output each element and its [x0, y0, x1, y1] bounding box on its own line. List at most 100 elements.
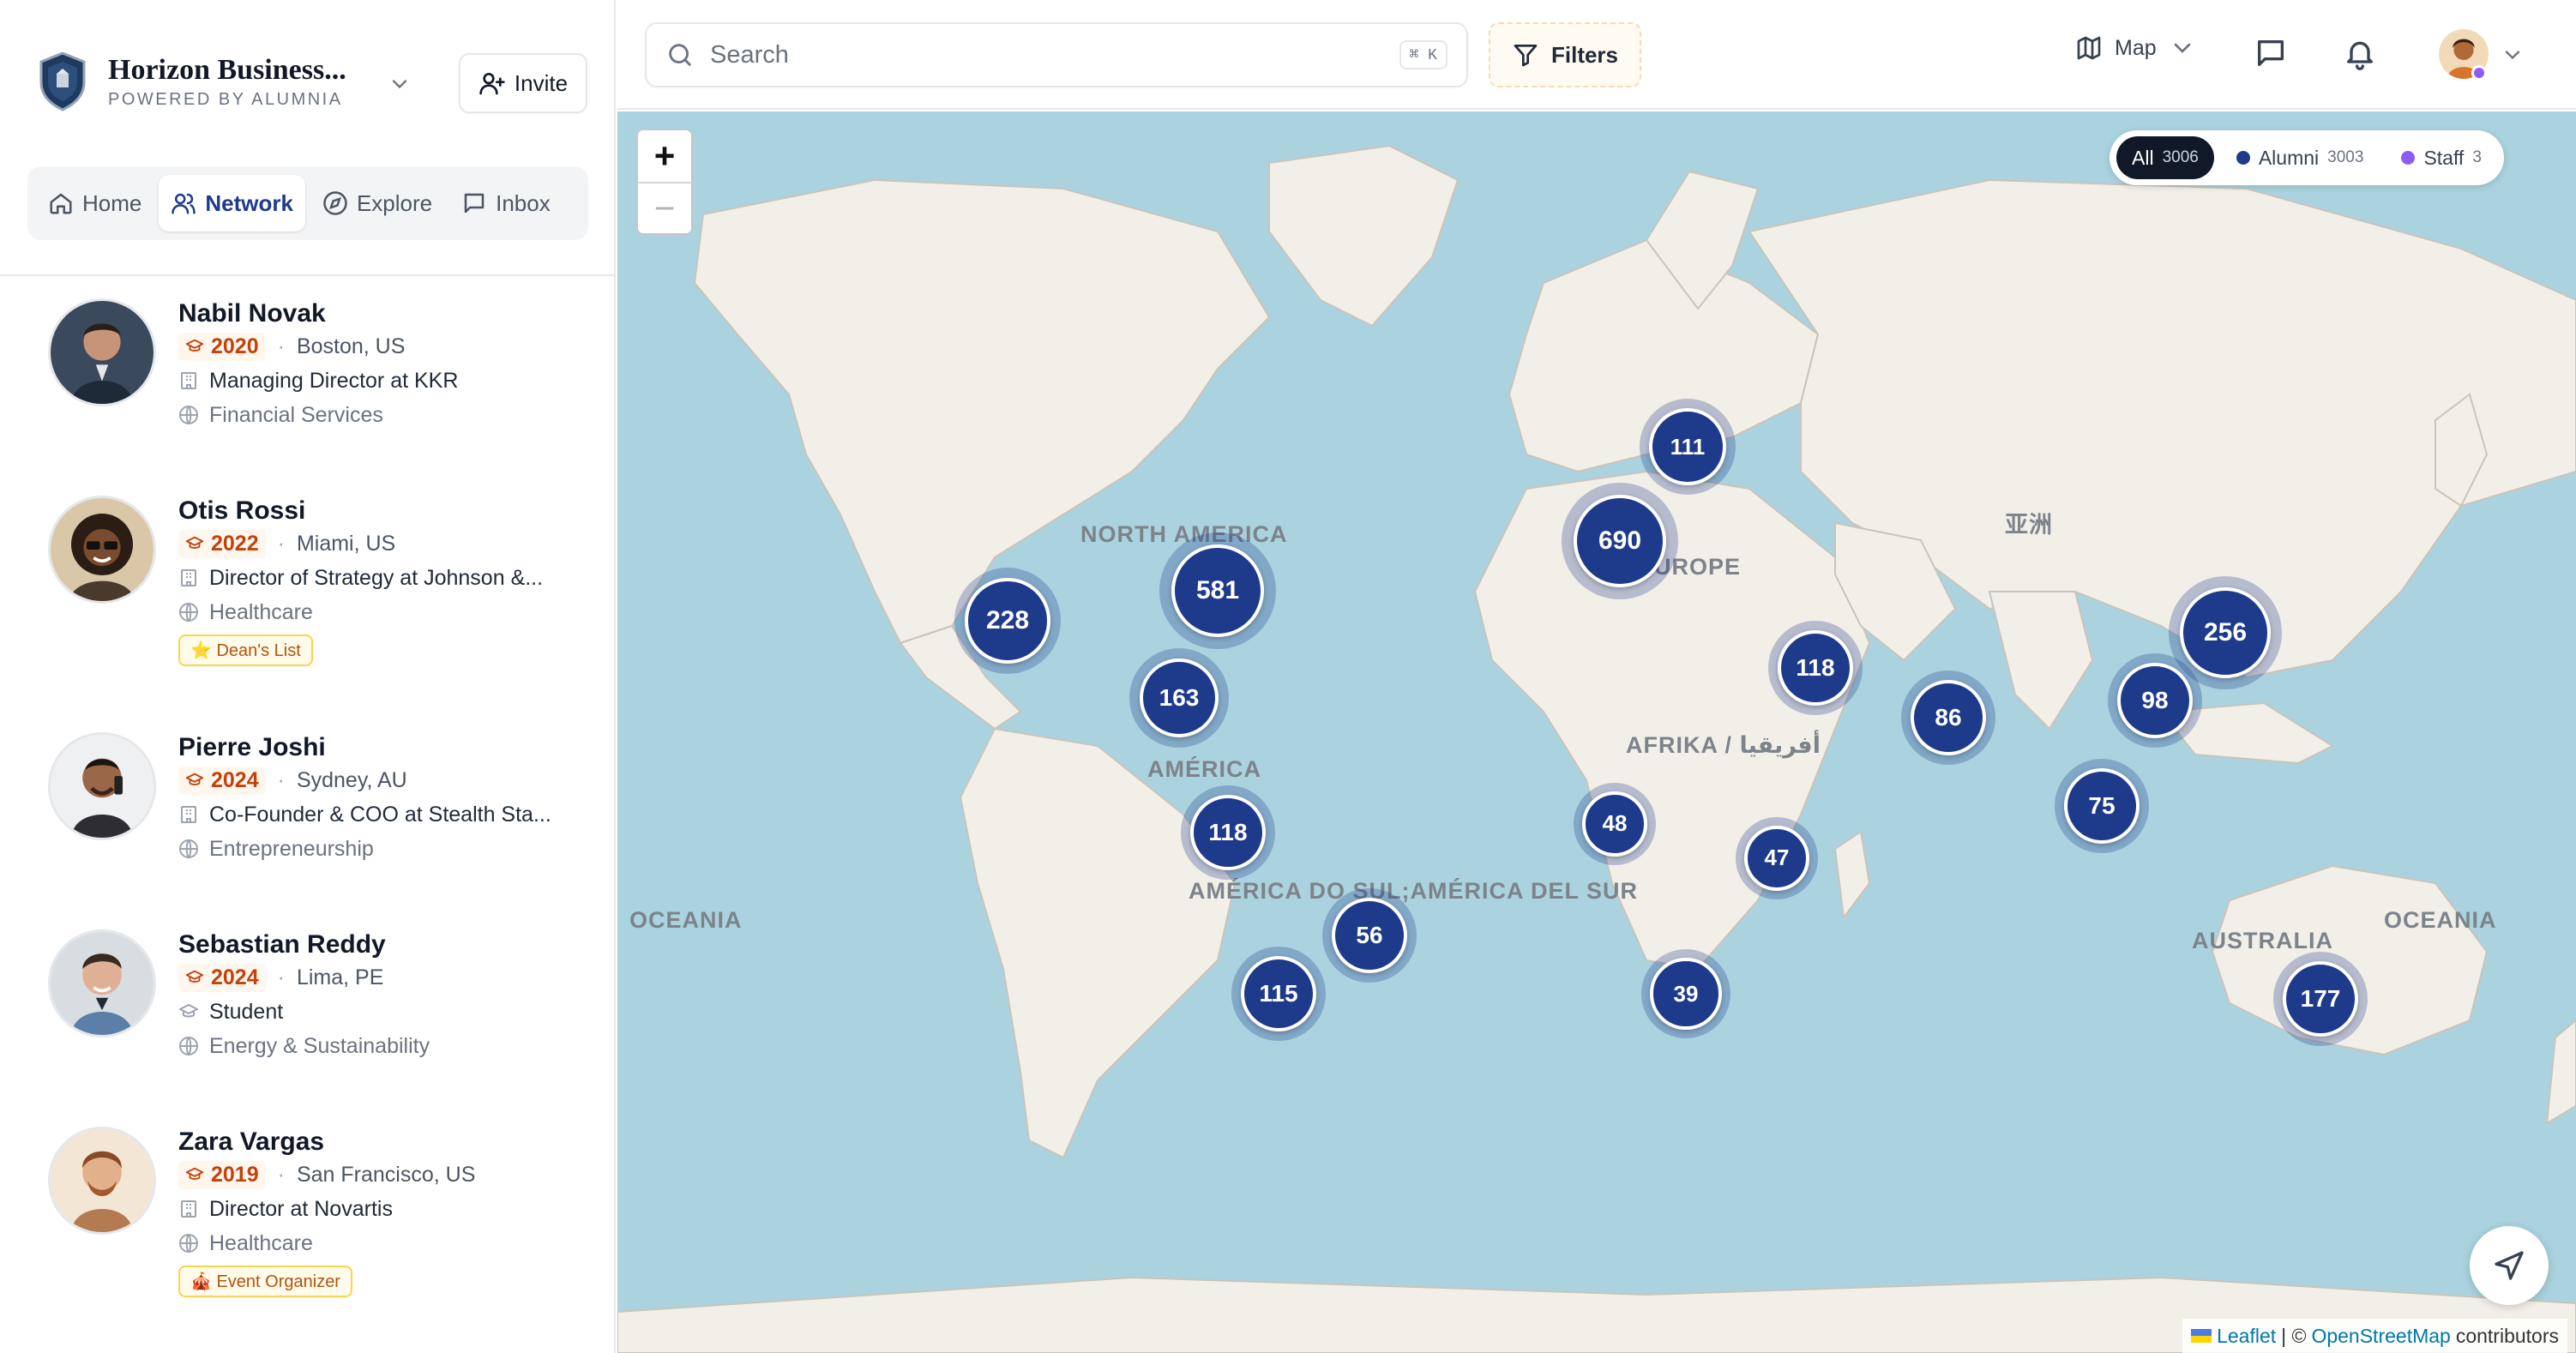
filter-alumni[interactable]: Alumni 3003 [2221, 136, 2380, 179]
industry: Entrepreneurship [209, 836, 374, 861]
tab-explore[interactable]: Explore [310, 175, 444, 232]
view-mode-dropdown[interactable]: Map [2075, 34, 2196, 62]
deans-list-badge: ⭐ Dean's List [178, 634, 313, 666]
tab-label: Network [205, 189, 293, 216]
cluster-count: 118 [1190, 795, 1266, 870]
map-cluster[interactable]: 690 [1562, 483, 1678, 599]
graduation-cap-icon [179, 1004, 198, 1018]
list-item[interactable]: Otis Rossi 2022 · Miami, US Director of … [0, 489, 614, 725]
building-icon [181, 372, 196, 389]
avatar[interactable] [48, 496, 156, 604]
locate-me-button[interactable] [2470, 1226, 2549, 1305]
map-label-america: AMÉRICA [1147, 756, 1261, 782]
openstreetmap-link[interactable]: OpenStreetMap [2311, 1325, 2450, 1348]
job-title: Director of Strategy at Johnson &... [209, 565, 544, 590]
filter-icon [1514, 45, 1538, 67]
filter-staff[interactable]: Staff 3 [2386, 136, 2496, 179]
online-status-dot [2471, 65, 2487, 81]
map-cluster[interactable]: 111 [1640, 399, 1736, 495]
list-item[interactable]: Zara Vargas 2019 · San Francisco, US Dir… [0, 1120, 614, 1353]
attribution-tail: contributors [2455, 1324, 2559, 1347]
industry: Financial Services [209, 402, 383, 427]
user-plus-icon [479, 73, 505, 95]
map-cluster[interactable]: 98 [2108, 653, 2202, 748]
map-attribution: Leaflet | © OpenStreetMap contributors [2182, 1319, 2567, 1353]
location: Sydney, AU [296, 767, 407, 792]
map-cluster[interactable]: 48 [1574, 783, 1656, 865]
map-view[interactable]: NORTH AMERICA EUROPE 亚洲 AFRIKA / أفريقيا… [617, 111, 2576, 1353]
event-organizer-badge: 🎪 Event Organizer [178, 1266, 352, 1297]
avatar[interactable] [48, 929, 156, 1037]
building-icon [181, 806, 196, 823]
chevron-down-icon[interactable] [2501, 43, 2525, 67]
invite-button[interactable]: Invite [459, 53, 587, 113]
list-item[interactable]: Sebastian Reddy 2024 · Lima, PE Student … [0, 923, 614, 1120]
person-name[interactable]: Pierre Joshi [178, 732, 599, 763]
industry: Healthcare [209, 599, 313, 624]
brand[interactable]: Horizon Business... POWERED BY ALUMNIA [38, 51, 346, 111]
map-cluster[interactable]: 581 [1159, 532, 1276, 649]
map-cluster[interactable]: 177 [2273, 952, 2368, 1046]
tab-inbox[interactable]: Inbox [449, 175, 563, 232]
map-cluster[interactable]: 163 [1129, 648, 1229, 748]
avatar[interactable] [48, 732, 156, 840]
map-label-oceania-left: OCEANIA [629, 907, 743, 933]
tab-label: Explore [356, 189, 433, 216]
graduation-cap-icon [185, 339, 204, 352]
map-cluster[interactable]: 75 [2055, 759, 2149, 853]
bell-icon[interactable] [2343, 36, 2377, 70]
graduation-cap-icon [185, 773, 204, 785]
map-cluster[interactable]: 118 [1181, 785, 1275, 880]
avatar[interactable] [48, 1127, 156, 1235]
class-year-badge: 2024 [178, 963, 266, 992]
cluster-count: 163 [1139, 658, 1219, 738]
ukraine-flag-icon [2191, 1329, 2212, 1343]
map-cluster[interactable]: 118 [1768, 621, 1863, 715]
cluster-count: 56 [1332, 898, 1407, 973]
chevron-down-icon [2174, 43, 2190, 53]
tab-network[interactable]: Network [159, 175, 305, 232]
zoom-in-button[interactable]: + [638, 130, 691, 182]
person-name[interactable]: Otis Rossi [178, 496, 599, 526]
world-map[interactable] [617, 111, 2576, 1353]
zoom-out-button[interactable]: − [638, 182, 691, 233]
graduation-cap-icon [185, 1167, 204, 1180]
leaflet-link[interactable]: Leaflet [2217, 1325, 2276, 1348]
person-name[interactable]: Zara Vargas [178, 1127, 599, 1158]
map-cluster[interactable]: 86 [1901, 670, 1995, 765]
person-name[interactable]: Nabil Novak [178, 298, 599, 329]
job-title: Student [209, 999, 284, 1024]
chevron-down-icon[interactable] [388, 72, 412, 96]
filters-button[interactable]: Filters [1489, 22, 1641, 87]
list-item[interactable]: Nabil Novak 2020 · Boston, US Managing D… [0, 292, 614, 489]
class-year: 2024 [211, 965, 259, 989]
map-cluster[interactable]: 39 [1641, 949, 1730, 1038]
job-title: Managing Director at KKR [209, 368, 459, 393]
map-cluster[interactable]: 47 [1736, 817, 1818, 899]
org-name: Horizon Business... [108, 53, 346, 86]
map-cluster[interactable]: 228 [954, 568, 1061, 674]
filter-all[interactable]: All 3006 [2116, 136, 2214, 179]
cluster-count: 177 [2283, 961, 2358, 1037]
chat-icon[interactable] [2254, 36, 2288, 70]
search-box[interactable]: ⌘ K [645, 22, 1468, 87]
search-input[interactable] [710, 40, 1399, 69]
map-label-australia: AUSTRALIA [2192, 928, 2333, 953]
building-icon [181, 569, 196, 586]
map-cluster[interactable]: 56 [1322, 888, 1417, 983]
cluster-count: 118 [1778, 630, 1853, 706]
compass-icon [323, 191, 347, 215]
person-name[interactable]: Sebastian Reddy [178, 929, 599, 960]
separator-dot: · [277, 767, 285, 792]
staff-swatch [2401, 151, 2416, 165]
home-icon [50, 193, 72, 214]
cluster-count: 690 [1573, 494, 1667, 588]
class-year-badge: 2019 [178, 1160, 266, 1189]
alumni-swatch [2236, 151, 2250, 165]
tab-home[interactable]: Home [36, 175, 153, 232]
map-cluster[interactable]: 115 [1231, 947, 1326, 1041]
list-item[interactable]: Pierre Joshi 2024 · Sydney, AU Co-Founde… [0, 725, 614, 923]
avatar[interactable] [48, 298, 156, 406]
globe-icon [179, 1037, 198, 1055]
crest-logo-icon [39, 51, 86, 111]
